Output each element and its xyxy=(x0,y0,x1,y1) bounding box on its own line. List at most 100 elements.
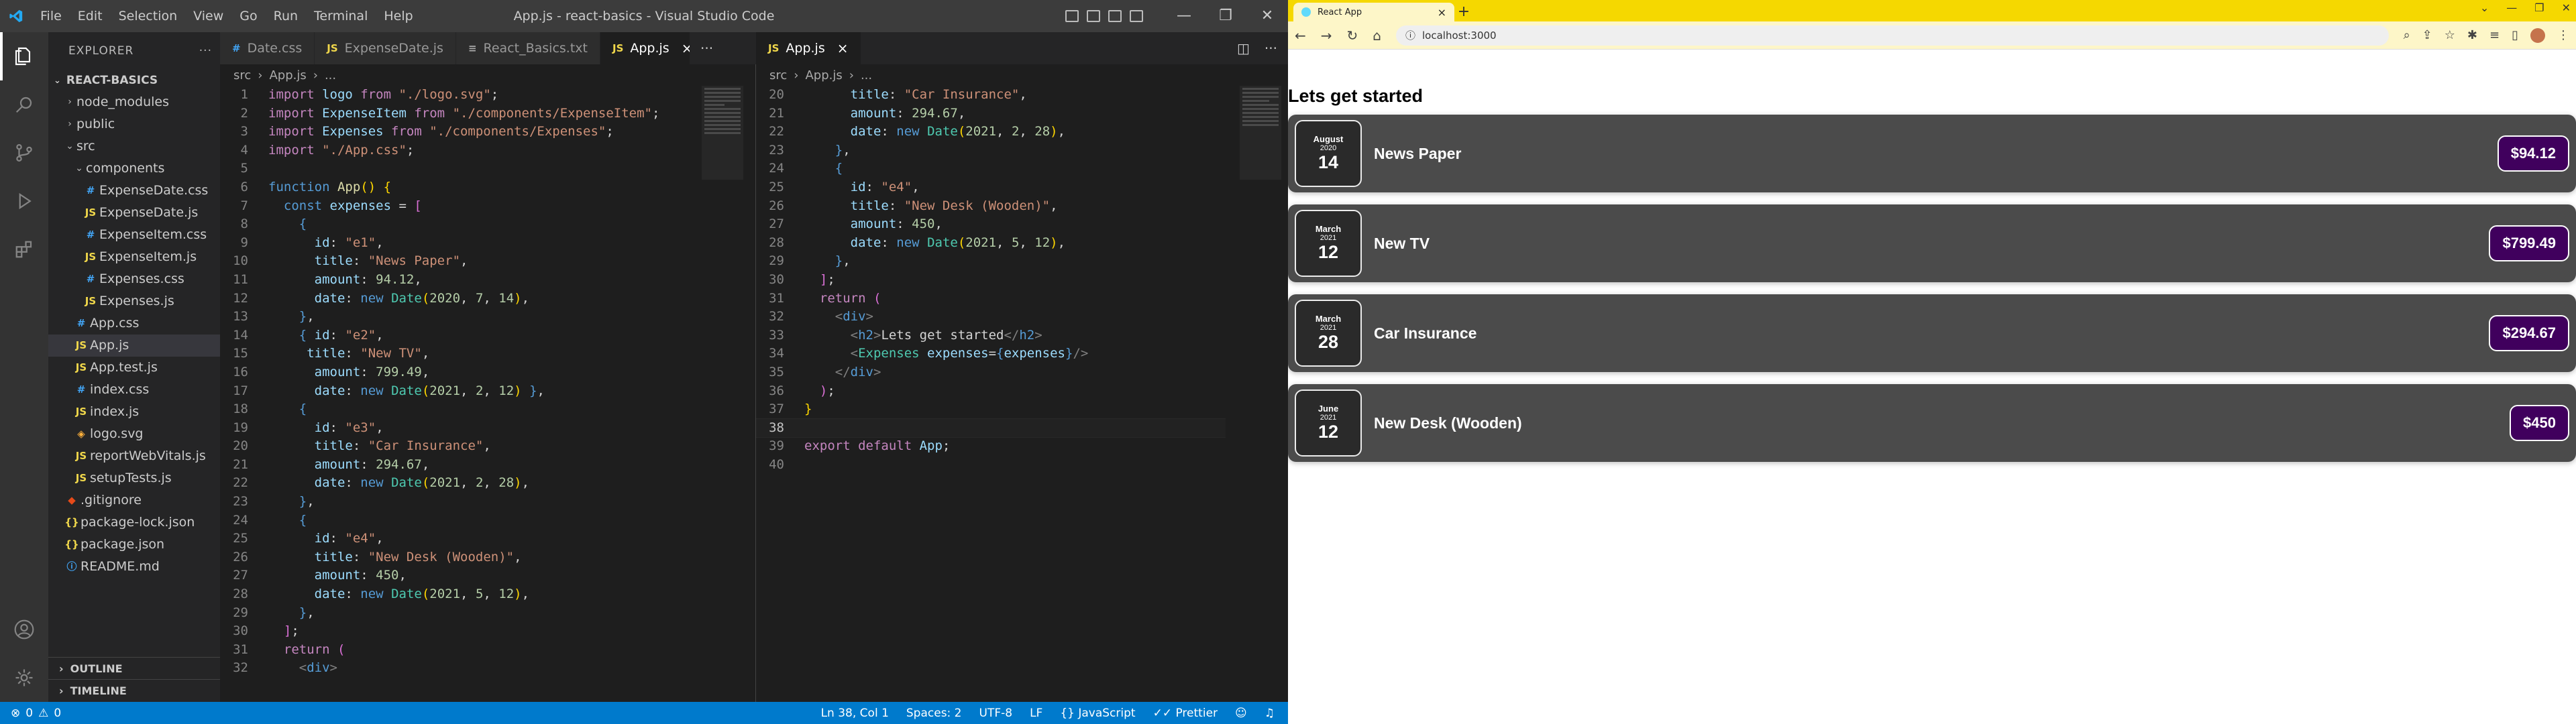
file-tree-item[interactable]: JS reportWebVitals.js xyxy=(48,445,220,467)
more-actions-icon[interactable]: ··· xyxy=(1265,40,1277,56)
formatter-status[interactable]: ✓✓ Prettier xyxy=(1153,707,1218,720)
home-icon[interactable]: ⌂ xyxy=(1373,27,1381,44)
editor-tab[interactable]: # Date.css xyxy=(220,32,315,64)
breadcrumb-item[interactable]: ... xyxy=(325,68,336,82)
menu-item-file[interactable]: File xyxy=(32,0,70,32)
file-tree-item[interactable]: JS App.js xyxy=(48,335,220,357)
toggle-sidebar-icon[interactable] xyxy=(1065,10,1079,22)
problems-status[interactable]: ⊗ 0 ⚠ 0 xyxy=(0,707,61,720)
timeline-section[interactable]: › TIMELINE xyxy=(48,679,220,701)
back-arrow-icon[interactable]: ← xyxy=(1295,27,1306,44)
share-icon[interactable]: ⇪ xyxy=(2422,28,2432,42)
search-icon[interactable] xyxy=(0,80,48,129)
indentation[interactable]: Spaces: 2 xyxy=(906,707,962,720)
outline-section[interactable]: › OUTLINE xyxy=(48,657,220,679)
extensions-puzzle-icon[interactable]: ✱ xyxy=(2467,28,2477,42)
file-tree-item[interactable]: JS ExpenseItem.js xyxy=(48,246,220,268)
restore-icon[interactable]: ❐ xyxy=(2534,1,2544,14)
profile-avatar[interactable] xyxy=(2530,27,2545,43)
file-tree-item[interactable]: JS Expenses.js xyxy=(48,290,220,312)
bookmark-star-icon[interactable]: ☆ xyxy=(2445,28,2455,42)
run-debug-icon[interactable] xyxy=(0,177,48,225)
file-tree-item[interactable]: ◆ .gitignore xyxy=(48,489,220,511)
restore-icon[interactable]: ❐ xyxy=(1205,0,1246,32)
more-actions-icon[interactable]: ··· xyxy=(700,40,713,56)
file-tree-item[interactable]: JS App.test.js xyxy=(48,357,220,379)
file-tree-item[interactable]: ⌄ src xyxy=(48,135,220,158)
file-tree-item[interactable]: # App.css xyxy=(48,312,220,335)
left-code-editor[interactable]: 1 import logo from "./logo.svg"; 2 import E… xyxy=(220,86,683,702)
file-tree-item[interactable]: {} package-lock.json xyxy=(48,511,220,534)
menu-item-selection[interactable]: Selection xyxy=(111,0,186,32)
close-tab-icon[interactable]: × xyxy=(1438,6,1446,19)
browser-tab[interactable]: React App × xyxy=(1293,3,1454,21)
zoom-icon[interactable]: ⌕ xyxy=(2404,28,2410,42)
toggle-secondary-sidebar-icon[interactable] xyxy=(1108,10,1122,22)
forward-arrow-icon[interactable]: → xyxy=(1321,27,1332,44)
notifications-bell-icon[interactable]: ♫ xyxy=(1265,707,1275,720)
menu-kebab-icon[interactable]: ⋮ xyxy=(2557,28,2569,42)
file-tree-item[interactable]: # Expenses.css xyxy=(48,268,220,290)
vscode-logo-icon[interactable] xyxy=(0,0,32,32)
editor-tab[interactable]: JS App.js × xyxy=(756,32,861,64)
chevron-down-icon[interactable]: ⌄ xyxy=(2480,1,2489,14)
breadcrumb-item[interactable]: src xyxy=(233,68,251,82)
manage-gear-icon[interactable] xyxy=(0,654,48,702)
right-code-editor[interactable]: 20 title: "Car Insurance", 21 amount: 294… xyxy=(756,86,1226,702)
file-tree-item[interactable]: ⌄ components xyxy=(48,158,220,180)
extensions-icon[interactable] xyxy=(0,225,48,274)
file-tree-item[interactable]: JS ExpenseDate.js xyxy=(48,202,220,224)
address-bar[interactable]: ⓘ localhost:3000 xyxy=(1396,25,2389,46)
file-tree-item[interactable]: # ExpenseItem.css xyxy=(48,224,220,246)
breadcrumb-item[interactable]: App.js xyxy=(805,68,842,82)
minimize-icon[interactable]: — xyxy=(1163,0,1205,32)
close-icon[interactable]: ✕ xyxy=(1246,0,1288,32)
menu-item-help[interactable]: Help xyxy=(376,0,421,32)
menu-item-view[interactable]: View xyxy=(185,0,231,32)
menu-item-go[interactable]: Go xyxy=(231,0,265,32)
accounts-icon[interactable] xyxy=(0,605,48,654)
menu-item-run[interactable]: Run xyxy=(266,0,306,32)
close-tab-icon[interactable]: × xyxy=(837,40,849,56)
reload-icon[interactable]: ↻ xyxy=(1347,27,1358,44)
reading-list-icon[interactable]: ≡ xyxy=(2489,28,2500,42)
menu-item-edit[interactable]: Edit xyxy=(70,0,111,32)
file-tree-item[interactable]: JS setupTests.js xyxy=(48,467,220,489)
new-tab-plus-icon[interactable]: + xyxy=(1454,3,1473,21)
file-tree-item[interactable]: ⓘ README.md xyxy=(48,556,220,578)
explorer-icon[interactable] xyxy=(0,32,48,80)
code-token: from xyxy=(414,105,453,121)
breadcrumb-item[interactable]: ... xyxy=(861,68,872,82)
customize-layout-icon[interactable] xyxy=(1130,10,1143,22)
file-tree-item[interactable]: ◈ logo.svg xyxy=(48,423,220,445)
feedback-icon[interactable]: ☺ xyxy=(1235,707,1247,720)
toggle-panel-icon[interactable] xyxy=(1087,10,1100,22)
editor-tab[interactable]: JS ExpenseDate.js xyxy=(315,32,456,64)
file-tree-item[interactable]: {} package.json xyxy=(48,534,220,556)
file-tree-item[interactable]: # index.css xyxy=(48,379,220,401)
menu-item-terminal[interactable]: Terminal xyxy=(306,0,376,32)
split-editor-icon[interactable]: ◫ xyxy=(1237,40,1250,56)
editor-tab[interactable]: ≡ React_Basics.txt xyxy=(455,32,600,64)
project-root[interactable]: ⌄ REACT-BASICS xyxy=(48,70,220,91)
close-icon[interactable]: ✕ xyxy=(2562,1,2571,14)
file-tree-item[interactable]: › node_modules xyxy=(48,91,220,113)
language-mode[interactable]: {} JavaScript xyxy=(1060,707,1135,720)
side-panel-icon[interactable]: ▯ xyxy=(2512,28,2518,42)
source-control-icon[interactable] xyxy=(0,129,48,177)
cursor-position[interactable]: Ln 38, Col 1 xyxy=(821,707,889,720)
close-tab-icon[interactable]: × xyxy=(682,40,690,56)
md-file-icon: ⓘ xyxy=(66,560,77,572)
end-of-line[interactable]: LF xyxy=(1030,707,1042,720)
file-tree-item[interactable]: JS index.js xyxy=(48,401,220,423)
left-minimap[interactable] xyxy=(702,86,743,180)
minimize-icon[interactable]: — xyxy=(2506,1,2517,14)
file-tree-item[interactable]: › public xyxy=(48,113,220,135)
editor-tab[interactable]: JS App.js × xyxy=(600,32,690,64)
breadcrumb-item[interactable]: App.js xyxy=(269,68,306,82)
file-tree-item[interactable]: # ExpenseDate.css xyxy=(48,180,220,202)
right-minimap[interactable] xyxy=(1240,86,1281,180)
encoding[interactable]: UTF-8 xyxy=(979,707,1013,720)
more-actions-icon[interactable]: ··· xyxy=(199,44,212,58)
breadcrumb-item[interactable]: src xyxy=(769,68,787,82)
